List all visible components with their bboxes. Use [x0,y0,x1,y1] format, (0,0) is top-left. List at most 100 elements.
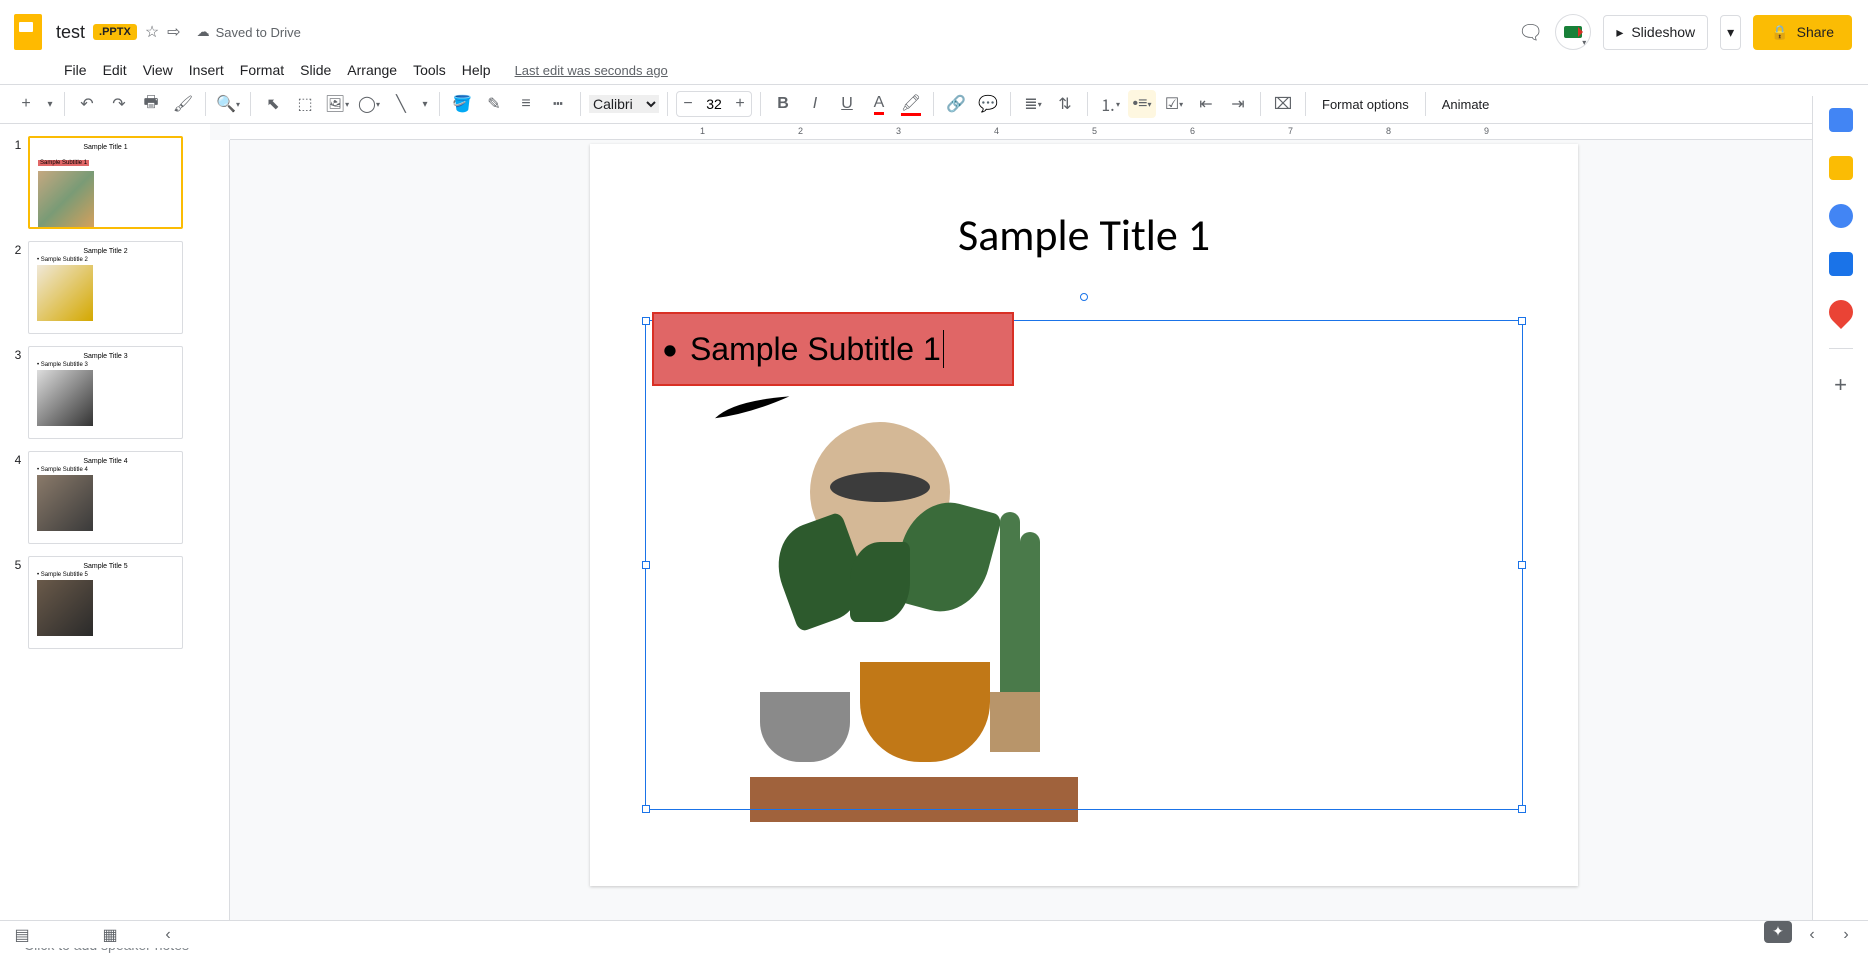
select-tool[interactable]: ⬉ [259,90,287,118]
slide-thumbnail-5[interactable]: 5 Sample Title 5 • Sample Subtitle 5 [8,556,201,649]
menu-view[interactable]: View [135,58,181,82]
scroll-right-button[interactable]: › [1832,921,1860,949]
text-color-button[interactable]: A [865,90,893,118]
rotate-handle[interactable] [1080,293,1088,301]
menu-edit[interactable]: Edit [95,58,135,82]
explore-button[interactable]: ✦ [1764,921,1792,943]
grid-view-button[interactable]: ▦ [96,921,124,949]
image-tool[interactable]: 🖼▾ [323,90,351,118]
slideshow-dropdown[interactable]: ▾ [1720,15,1741,50]
undo-button[interactable]: ↶ [73,90,101,118]
font-family-select[interactable]: Calibri [589,95,659,113]
lock-icon: 🔒 [1771,24,1788,41]
font-size-increase[interactable]: + [729,92,751,116]
clear-formatting-button[interactable]: ⌧ [1269,90,1297,118]
resize-handle-e[interactable] [1518,561,1526,569]
filmstrip-view-button[interactable]: ▤ [8,921,36,949]
canvas-area[interactable]: 1 2 3 4 5 6 7 8 9 Sample Title 1 [210,124,1868,924]
star-icon[interactable]: ☆ [145,22,159,42]
resize-handle-w[interactable] [642,561,650,569]
new-slide-dropdown[interactable]: ▾ [44,90,56,118]
menu-file[interactable]: File [56,58,95,82]
subtitle-text-selected[interactable]: Sample Subtitle 1 [652,312,1014,386]
play-icon: ▸ [1616,24,1623,41]
slide-thumbnail-3[interactable]: 3 Sample Title 3 • Sample Subtitle 3 [8,346,201,439]
footer-bar: ▤ ▦ ‹ ✦ ‹ › [0,920,1868,948]
bulleted-list-button[interactable]: •≡▾ [1128,90,1156,118]
side-panel: + [1812,96,1868,920]
shape-tool[interactable]: ◯▾ [355,90,383,118]
sidebar-toggle-button[interactable]: ‹ [154,921,182,949]
line-dropdown[interactable]: ▾ [419,90,431,118]
resize-handle-se[interactable] [1518,805,1526,813]
insert-link-button[interactable]: 🔗 [942,90,970,118]
calendar-icon[interactable] [1829,108,1853,132]
fill-color-button[interactable]: 🪣 [448,90,476,118]
decrease-indent-button[interactable]: ⇤ [1192,90,1220,118]
format-options-button[interactable]: Format options [1314,90,1417,118]
resize-handle-sw[interactable] [642,805,650,813]
share-button[interactable]: 🔒Share [1753,15,1852,50]
slide-canvas[interactable]: Sample Title 1 [590,144,1578,886]
slide-panel: 1 Sample Title 1 Sample Subtitle 1 2 Sam… [0,124,210,924]
checklist-button[interactable]: ☑▾ [1160,90,1188,118]
new-slide-button[interactable]: + [12,90,40,118]
animate-button[interactable]: Animate [1434,90,1498,118]
line-tool[interactable]: ╲ [387,90,415,118]
resize-handle-nw[interactable] [642,317,650,325]
increase-indent-button[interactable]: ⇥ [1224,90,1252,118]
add-addon-icon[interactable]: + [1829,373,1853,397]
font-size-control: − + [676,91,752,117]
comment-history-icon[interactable]: 🗨 [1518,20,1543,45]
menu-tools[interactable]: Tools [405,58,454,82]
slide-title-text[interactable]: Sample Title 1 [590,208,1578,262]
numbered-list-button[interactable]: ⒈▾ [1096,90,1124,118]
pptx-badge: .PPTX [93,24,137,40]
move-icon[interactable]: ⇨ [167,22,180,42]
cloud-icon: ☁ [197,24,210,40]
print-button[interactable]: 🖶 [137,90,165,118]
underline-button[interactable]: U [833,90,861,118]
toolbar: + ▾ ↶ ↷ 🖶 🖌 🔍▾ ⬉ ⬚ 🖼▾ ◯▾ ╲ ▾ 🪣 ✎ ≡ ┅ Cal… [0,84,1868,124]
highlight-color-button[interactable]: 🖍 [897,90,925,118]
doc-title[interactable]: test [56,22,85,43]
menu-format[interactable]: Format [232,58,292,82]
menu-bar: File Edit View Insert Format Slide Arran… [0,56,1868,84]
slide-thumbnail-2[interactable]: 2 Sample Title 2 • Sample Subtitle 2 [8,241,201,334]
menu-insert[interactable]: Insert [181,58,232,82]
slideshow-button[interactable]: ▸Slideshow [1603,15,1708,50]
menu-help[interactable]: Help [454,58,499,82]
meet-button[interactable]: ▾ [1555,14,1591,50]
contacts-icon[interactable] [1829,252,1853,276]
line-spacing-button[interactable]: ⇅ [1051,90,1079,118]
border-dash-button[interactable]: ┅ [544,90,572,118]
zoom-button[interactable]: 🔍▾ [214,90,242,118]
menu-arrange[interactable]: Arrange [339,58,405,82]
italic-button[interactable]: I [801,90,829,118]
insert-comment-button[interactable]: 💬 [974,90,1002,118]
border-weight-button[interactable]: ≡ [512,90,540,118]
save-status[interactable]: ☁Saved to Drive [197,24,301,40]
text-frame-selection[interactable] [645,320,1523,810]
header-bar: test .PPTX ☆ ⇨ ☁Saved to Drive 🗨 ▾ ▸Slid… [0,0,1868,56]
vertical-ruler [210,140,230,924]
border-color-button[interactable]: ✎ [480,90,508,118]
tasks-icon[interactable] [1829,204,1853,228]
redo-button[interactable]: ↷ [105,90,133,118]
slide-thumbnail-1[interactable]: 1 Sample Title 1 Sample Subtitle 1 [8,136,201,229]
font-size-decrease[interactable]: − [677,92,699,116]
align-button[interactable]: ≣▾ [1019,90,1047,118]
resize-handle-ne[interactable] [1518,317,1526,325]
bold-button[interactable]: B [769,90,797,118]
keep-icon[interactable] [1829,156,1853,180]
font-size-input[interactable] [699,96,729,112]
maps-icon[interactable] [1824,295,1858,329]
menu-slide[interactable]: Slide [292,58,339,82]
last-edit-link[interactable]: Last edit was seconds ago [515,63,668,78]
horizontal-ruler: 1 2 3 4 5 6 7 8 9 [230,124,1868,140]
slides-logo[interactable] [8,12,48,52]
scroll-left-button[interactable]: ‹ [1798,921,1826,949]
paint-format-button[interactable]: 🖌 [169,90,197,118]
slide-thumbnail-4[interactable]: 4 Sample Title 4 • Sample Subtitle 4 [8,451,201,544]
textbox-tool[interactable]: ⬚ [291,90,319,118]
